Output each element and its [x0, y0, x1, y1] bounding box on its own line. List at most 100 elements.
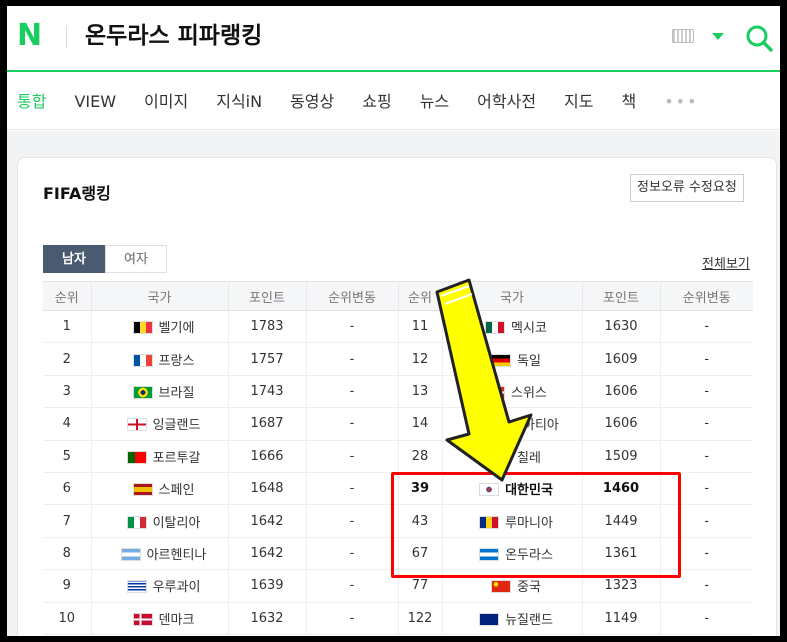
- cell-country[interactable]: 잉글랜드: [91, 407, 229, 441]
- cell-points: 1783: [228, 310, 307, 344]
- cell-text: -: [704, 416, 710, 432]
- cell-change: -: [306, 375, 399, 409]
- cell-change: -: [306, 472, 399, 506]
- tab-view[interactable]: VIEW: [74, 74, 116, 130]
- cell-country[interactable]: 이탈리아: [91, 504, 229, 538]
- cell-rank: 6: [43, 472, 92, 506]
- tab-image[interactable]: 이미지: [144, 74, 188, 130]
- more-tabs-icon[interactable]: •••: [664, 92, 698, 111]
- ranking-table: 순위 국가 포인트 순위변동 순위 국가 포인트 순위변동 1 벨기에 1783-1…: [43, 281, 753, 635]
- tab-dictionary[interactable]: 어학사전: [477, 74, 536, 130]
- cell-text: 3: [62, 383, 71, 399]
- tab-news[interactable]: 뉴스: [420, 74, 449, 130]
- search-header: N 온두라스 피파랭킹: [7, 6, 780, 72]
- cell-text: 4: [62, 416, 71, 432]
- cell-text: -: [349, 578, 355, 594]
- naver-logo[interactable]: N: [17, 20, 47, 52]
- col-change: 순위변동: [306, 281, 399, 311]
- cell-country-2[interactable]: 뉴질랜드: [442, 602, 583, 635]
- cell-change: -: [306, 504, 399, 538]
- col-points-2: 포인트: [582, 281, 661, 311]
- cell-text: -: [349, 513, 355, 529]
- table-row: 4 잉글랜드 1687-14 크로아티아 1606-: [43, 407, 753, 441]
- cell-country[interactable]: 아르헨티나: [91, 537, 229, 571]
- cell-rank: 3: [43, 375, 92, 409]
- search-icon[interactable]: [745, 24, 773, 52]
- dropdown-caret-icon[interactable]: [712, 33, 724, 40]
- cell-change-2: -: [660, 440, 753, 473]
- flag-icon: [132, 612, 153, 626]
- cell-points: 1648: [228, 472, 307, 506]
- tab-kin[interactable]: 지식iN: [216, 74, 262, 130]
- table-row: 2 프랑스 1757-12 독일 1609-: [43, 342, 753, 376]
- cell-change-2: -: [660, 407, 753, 441]
- cell-text: 1783: [250, 319, 284, 335]
- cell-text: -: [349, 545, 355, 561]
- cell-points: 1757: [228, 342, 307, 376]
- cell-text: 1642: [250, 545, 284, 561]
- cell-country[interactable]: 덴마크: [91, 602, 229, 635]
- cell-text: -: [349, 383, 355, 399]
- flag-icon: [132, 353, 153, 367]
- cell-country[interactable]: 포르투갈: [91, 440, 229, 473]
- table-row: 1 벨기에 1783-11 멕시코 1630-: [43, 310, 753, 344]
- cell-text: 122: [407, 610, 433, 626]
- cell-rank: 2: [43, 342, 92, 376]
- cell-points-2: 1509: [582, 440, 661, 473]
- cell-rank: 8: [43, 537, 92, 571]
- cell-text: -: [349, 416, 355, 432]
- cell-text: -: [704, 481, 710, 497]
- cell-text: 8: [62, 545, 71, 561]
- cell-rank: 1: [43, 310, 92, 344]
- col-points: 포인트: [228, 281, 307, 311]
- cell-country[interactable]: 우루과이: [91, 569, 229, 603]
- cell-points: 1666: [228, 440, 307, 473]
- cell-text: 1666: [250, 448, 284, 464]
- cell-text: 5: [62, 448, 71, 464]
- cell-rank: 5: [43, 440, 92, 473]
- tab-integrated[interactable]: 통합: [17, 74, 46, 130]
- cell-points-2: 1609: [582, 342, 661, 376]
- report-error-button[interactable]: 정보오류 수정요청: [630, 174, 744, 202]
- cell-change: -: [306, 407, 399, 441]
- cell-text: -: [704, 351, 710, 367]
- flag-icon: [120, 547, 141, 561]
- cell-text: -: [704, 319, 710, 335]
- tab-map[interactable]: 지도: [564, 74, 593, 130]
- browser-frame: N 온두라스 피파랭킹 통합 VIEW 이미지 지식iN 동영상 쇼핑 뉴스 어…: [7, 6, 780, 636]
- cell-rank: 7: [43, 504, 92, 538]
- tab-shopping[interactable]: 쇼핑: [362, 74, 391, 130]
- cell-text: 1687: [250, 416, 284, 432]
- table-header-row: 순위 국가 포인트 순위변동 순위 국가 포인트 순위변동: [43, 281, 753, 311]
- tab-men[interactable]: 남자: [43, 245, 105, 273]
- cell-country[interactable]: 스페인: [91, 472, 229, 506]
- cell-text: 1: [62, 319, 71, 335]
- cell-text: 1609: [604, 351, 638, 367]
- cell-points: 1639: [228, 569, 307, 603]
- cell-change: -: [306, 342, 399, 376]
- cell-text: 1642: [250, 513, 284, 529]
- tab-women[interactable]: 여자: [105, 245, 167, 273]
- view-all-link[interactable]: 전체보기: [702, 253, 750, 272]
- cell-country[interactable]: 브라질: [91, 375, 229, 409]
- cell-text: 1757: [250, 351, 284, 367]
- cell-change: -: [306, 310, 399, 344]
- keyboard-icon[interactable]: [672, 29, 694, 43]
- cell-text: 아르헨티나: [146, 547, 207, 563]
- cell-text: 스페인: [158, 483, 195, 499]
- cell-text: 프랑스: [158, 353, 195, 369]
- tab-video[interactable]: 동영상: [290, 74, 334, 130]
- card-title: FIFA랭킹: [43, 184, 111, 203]
- highlight-box: [391, 472, 681, 578]
- cell-country[interactable]: 벨기에: [91, 310, 229, 344]
- gender-tabs: 남자 여자: [43, 245, 167, 273]
- cell-change-2: -: [660, 375, 753, 409]
- cell-text: 뉴질랜드: [505, 612, 553, 628]
- cell-country[interactable]: 프랑스: [91, 342, 229, 376]
- cell-change: -: [306, 440, 399, 473]
- cell-text: 1639: [250, 578, 284, 594]
- search-query[interactable]: 온두라스 피파랭킹: [85, 20, 262, 52]
- cell-text: -: [704, 545, 710, 561]
- tab-book[interactable]: 책: [622, 74, 637, 130]
- cell-points-2: 1606: [582, 407, 661, 441]
